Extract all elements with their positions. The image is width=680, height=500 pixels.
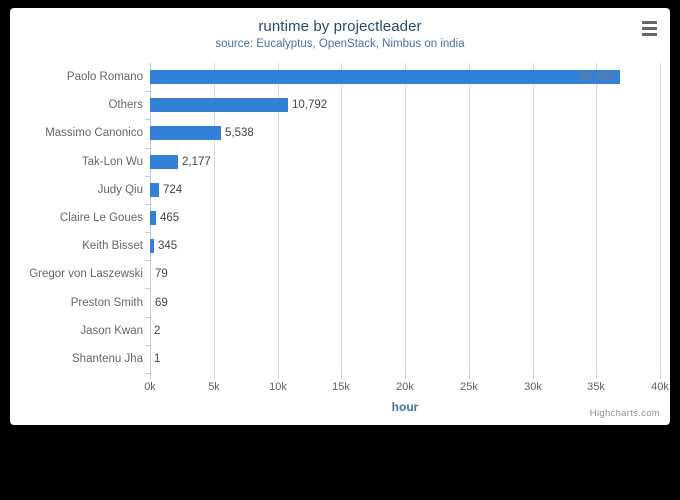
bar[interactable] <box>150 183 160 197</box>
bars-layer: 36,830 Paolo Romano 10,792 Others 5,538 Massi… <box>29 63 660 374</box>
bar-row[interactable]: 2 Jason Kwan <box>80 324 660 338</box>
y-axis-category-label: Shantenu Jha <box>72 353 143 365</box>
credits-label: Highcharts.com <box>589 408 660 419</box>
x-axis-tick-label: 5k <box>208 381 220 393</box>
y-axis-tick <box>145 288 150 289</box>
plot-area: 0k 5k 10k 15k 20k 25k 30k 35k 40k 36,830 Paolo Ro… <box>29 63 669 393</box>
bar-value-label: 10,792 <box>292 99 328 111</box>
x-axis-tick-label: 25k <box>460 381 478 393</box>
bar-row[interactable]: 724 Judy Qiu <box>98 183 660 197</box>
bar[interactable] <box>150 98 288 112</box>
bar[interactable] <box>150 70 620 84</box>
y-axis-tick <box>145 373 150 374</box>
y-axis-tick <box>145 345 150 346</box>
hamburger-icon-bar <box>641 32 657 36</box>
bar-row[interactable]: 79 Gregor von Laszewski <box>29 267 660 281</box>
x-axis-tick <box>469 373 470 379</box>
y-axis-category-label: Jason Kwan <box>80 325 143 337</box>
x-axis-tick <box>341 373 342 379</box>
x-axis-tick <box>278 373 279 379</box>
y-axis-tick <box>145 176 150 177</box>
y-axis-tick <box>145 232 150 233</box>
bar-value-label: 465 <box>160 212 180 224</box>
hamburger-icon-bar <box>641 26 657 30</box>
y-axis-category-label: Judy Qiu <box>97 184 143 196</box>
bar[interactable] <box>150 155 178 169</box>
y-axis-category-label: Massimo Canonico <box>45 127 143 139</box>
bar-value-label: 2,177 <box>182 156 211 168</box>
bar-value-label: 36,830 <box>579 71 615 83</box>
y-axis-category-label: Preston Smith <box>70 297 143 309</box>
y-axis-category-label: Others <box>108 99 143 111</box>
bar-row[interactable]: 465 Claire Le Goues <box>60 211 660 225</box>
bar-row[interactable]: 5,538 Massimo Canonico <box>45 126 660 140</box>
y-axis-category-label: Gregor von Laszewski <box>29 268 143 280</box>
x-axis-tick <box>405 373 406 379</box>
bar-row[interactable]: 345 Keith Bisset <box>82 239 660 253</box>
x-axis-tick <box>596 373 597 379</box>
x-axis-tick <box>660 373 661 379</box>
bar-value-label: 724 <box>163 184 183 196</box>
x-axis-tick-label: 20k <box>396 381 414 393</box>
x-axis-tick <box>150 373 151 379</box>
y-axis-tick <box>145 91 150 92</box>
y-axis-category-label: Paolo Romano <box>66 71 143 83</box>
x-axis-tick-label: 30k <box>524 381 542 393</box>
hamburger-icon-bar <box>641 20 657 24</box>
bar-row[interactable]: 1 Shantenu Jha <box>72 352 660 366</box>
bar-row[interactable]: 10,792 Others <box>108 98 660 112</box>
bar-value-label: 79 <box>155 268 168 280</box>
y-axis-category-label: Claire Le Goues <box>59 212 143 224</box>
bar[interactable] <box>150 126 221 140</box>
x-axis-tick-label: 40k <box>651 381 669 393</box>
y-axis-tick <box>145 204 150 205</box>
x-axis-tick-label: 15k <box>332 381 350 393</box>
y-axis-tick <box>145 119 150 120</box>
x-axis-tick-label: 0k <box>144 381 156 393</box>
x-axis-tick-label: 35k <box>587 381 605 393</box>
bar-row[interactable]: 69 Preston Smith <box>71 296 660 310</box>
bar-row[interactable]: 2,177 Tak-Lon Wu <box>82 155 660 169</box>
bar-value-label: 5,538 <box>225 127 254 139</box>
chart-card: runtime by projectleader source: Eucalyp… <box>10 8 670 425</box>
bar-value-label: 1 <box>154 353 161 365</box>
y-axis-category-label: Keith Bisset <box>82 240 143 252</box>
y-axis-tick <box>145 148 150 149</box>
chart-title: runtime by projectleader <box>258 18 422 35</box>
bar-value-label: 69 <box>155 297 168 309</box>
x-axis-tick <box>214 373 215 379</box>
x-axis-tick <box>533 373 534 379</box>
bar-value-label: 2 <box>154 325 161 337</box>
x-axis-title: hour <box>391 400 419 414</box>
x-axis-tick-label: 10k <box>269 381 287 393</box>
chart-subtitle: source: Eucalyptus, OpenStack, Nimbus on… <box>215 38 465 50</box>
gridline <box>660 63 661 373</box>
y-axis-tick <box>145 317 150 318</box>
chart-context-menu-button[interactable] <box>636 16 662 40</box>
bar-row[interactable]: 36,830 Paolo Romano <box>67 70 660 84</box>
bar-value-label: 345 <box>158 240 178 252</box>
y-axis-tick <box>145 260 150 261</box>
y-axis-category-label: Tak-Lon Wu <box>81 156 143 168</box>
